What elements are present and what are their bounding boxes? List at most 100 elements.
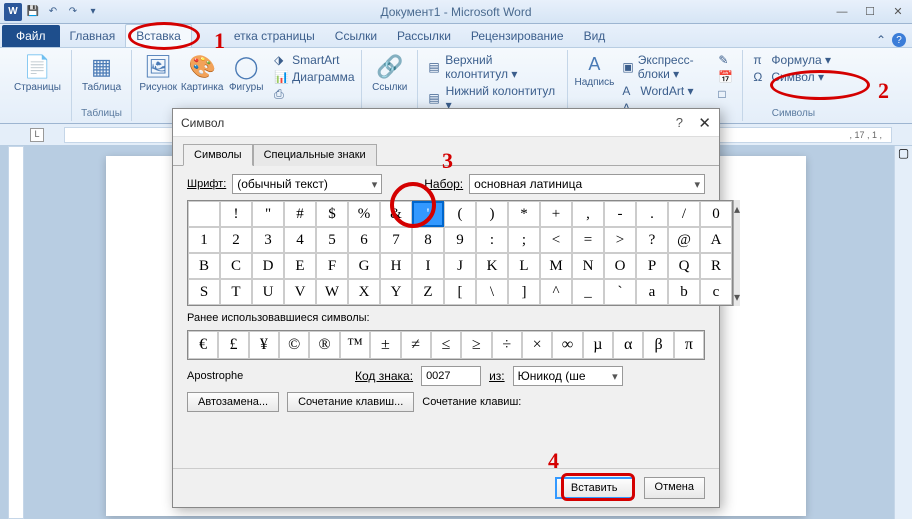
char-cell[interactable]: K — [476, 253, 508, 279]
vertical-ruler[interactable] — [8, 146, 24, 519]
header-button[interactable]: ▤Верхний колонтитул ▾ — [424, 52, 561, 82]
char-cell[interactable]: 1 — [188, 227, 220, 253]
save-icon[interactable]: 💾 — [24, 3, 42, 21]
chart-button[interactable]: 📊Диаграмма — [270, 69, 358, 85]
char-cell[interactable]: _ — [572, 279, 604, 305]
date-button[interactable]: 📅 — [714, 69, 736, 85]
picture-button[interactable]: 🖼Рисунок — [138, 52, 178, 106]
char-cell[interactable]: - — [604, 201, 636, 227]
char-cell[interactable]: U — [252, 279, 284, 305]
char-cell[interactable]: Z — [412, 279, 444, 305]
char-cell[interactable]: . — [636, 201, 668, 227]
font-dropdown[interactable]: (обычный текст) — [232, 174, 382, 194]
dialog-help-icon[interactable]: ? — [676, 115, 683, 130]
char-cell[interactable]: ) — [476, 201, 508, 227]
char-cell[interactable]: > — [604, 227, 636, 253]
char-cell[interactable]: / — [668, 201, 700, 227]
char-cell[interactable]: + — [540, 201, 572, 227]
recent-cell[interactable]: ™ — [340, 331, 370, 359]
sig-button[interactable]: ✎ — [714, 52, 736, 68]
char-cell[interactable]: 8 — [412, 227, 444, 253]
tab-home[interactable]: Главная — [60, 25, 126, 47]
char-cell[interactable]: V — [284, 279, 316, 305]
tab-review[interactable]: Рецензирование — [461, 25, 574, 47]
recent-cell[interactable]: × — [522, 331, 552, 359]
char-cell[interactable]: 4 — [284, 227, 316, 253]
char-cell[interactable]: 3 — [252, 227, 284, 253]
char-cell[interactable]: ` — [604, 279, 636, 305]
dialog-close-icon[interactable]: ✕ — [698, 114, 711, 132]
char-cell[interactable]: L — [508, 253, 540, 279]
char-cell[interactable]: Q — [668, 253, 700, 279]
char-cell[interactable]: , — [572, 201, 604, 227]
screenshot-button[interactable]: ⎙ — [270, 86, 358, 103]
scroll-down-icon[interactable]: ▾ — [734, 290, 740, 304]
char-cell[interactable]: ! — [220, 201, 252, 227]
char-cell[interactable]: ] — [508, 279, 540, 305]
tab-selector[interactable]: L — [30, 128, 44, 142]
char-cell[interactable]: $ — [316, 201, 348, 227]
tab-mail[interactable]: Рассылки — [387, 25, 461, 47]
char-cell[interactable]: = — [572, 227, 604, 253]
char-cell[interactable]: ' — [412, 201, 444, 227]
char-cell[interactable]: " — [252, 201, 284, 227]
char-cell[interactable]: @ — [668, 227, 700, 253]
recent-cell[interactable]: ≤ — [431, 331, 461, 359]
char-cell[interactable]: C — [220, 253, 252, 279]
char-cell[interactable]: c — [700, 279, 732, 305]
char-cell[interactable]: a — [636, 279, 668, 305]
char-cell[interactable]: 5 — [316, 227, 348, 253]
char-cell[interactable]: & — [380, 201, 412, 227]
recent-cell[interactable]: ¥ — [249, 331, 279, 359]
tab-layout[interactable]: етка страницы — [224, 25, 325, 47]
char-cell[interactable]: E — [284, 253, 316, 279]
recent-cell[interactable]: ∞ — [552, 331, 582, 359]
wordart-button[interactable]: AWordArt ▾ — [618, 83, 710, 99]
pages-button[interactable]: 📄 Страницы — [10, 52, 65, 106]
recent-cell[interactable]: ÷ — [492, 331, 522, 359]
code-input[interactable] — [421, 366, 481, 386]
char-cell[interactable]: 2 — [220, 227, 252, 253]
char-cell[interactable]: ? — [636, 227, 668, 253]
char-cell[interactable]: N — [572, 253, 604, 279]
char-cell[interactable]: < — [540, 227, 572, 253]
char-cell[interactable]: B — [188, 253, 220, 279]
recent-cell[interactable]: £ — [218, 331, 248, 359]
recent-cell[interactable]: © — [279, 331, 309, 359]
char-cell[interactable]: ^ — [540, 279, 572, 305]
tab-special[interactable]: Специальные знаки — [253, 144, 377, 166]
char-cell[interactable]: W — [316, 279, 348, 305]
scroll-up-icon[interactable]: ▴ — [734, 202, 740, 216]
recent-cell[interactable]: π — [674, 331, 704, 359]
char-cell[interactable]: G — [348, 253, 380, 279]
char-cell[interactable]: b — [668, 279, 700, 305]
char-cell[interactable]: O — [604, 253, 636, 279]
char-cell[interactable]: 0 — [700, 201, 732, 227]
minimize-ribbon-icon[interactable]: ⌃ — [876, 33, 886, 47]
recent-cell[interactable]: ≥ — [461, 331, 491, 359]
maximize-button[interactable]: ☐ — [856, 1, 884, 23]
tab-insert[interactable]: Вставка — [125, 24, 192, 47]
tab-symbols[interactable]: Символы — [183, 144, 253, 166]
links-button[interactable]: 🔗Ссылки — [368, 52, 411, 106]
formula-button[interactable]: πФормула ▾ — [749, 52, 837, 68]
obj-button[interactable]: □ — [714, 86, 736, 102]
char-cell[interactable]: 9 — [444, 227, 476, 253]
char-cell[interactable]: R — [700, 253, 732, 279]
qat-more-icon[interactable]: ▾ — [84, 3, 102, 21]
char-cell[interactable]: J — [444, 253, 476, 279]
char-cell[interactable]: # — [284, 201, 316, 227]
char-cell[interactable]: S — [188, 279, 220, 305]
char-cell[interactable]: * — [508, 201, 540, 227]
recent-cell[interactable]: € — [188, 331, 218, 359]
ruler-toggle-icon[interactable]: ▢ — [895, 146, 912, 162]
cancel-button[interactable]: Отмена — [644, 477, 705, 499]
tab-view[interactable]: Вид — [574, 25, 616, 47]
recent-cell[interactable]: α — [613, 331, 643, 359]
recent-cell[interactable]: ® — [309, 331, 339, 359]
undo-icon[interactable]: ↶ — [44, 3, 62, 21]
minimize-button[interactable]: — — [828, 1, 856, 23]
char-cell[interactable]: M — [540, 253, 572, 279]
char-cell[interactable]: 6 — [348, 227, 380, 253]
char-cell[interactable]: P — [636, 253, 668, 279]
